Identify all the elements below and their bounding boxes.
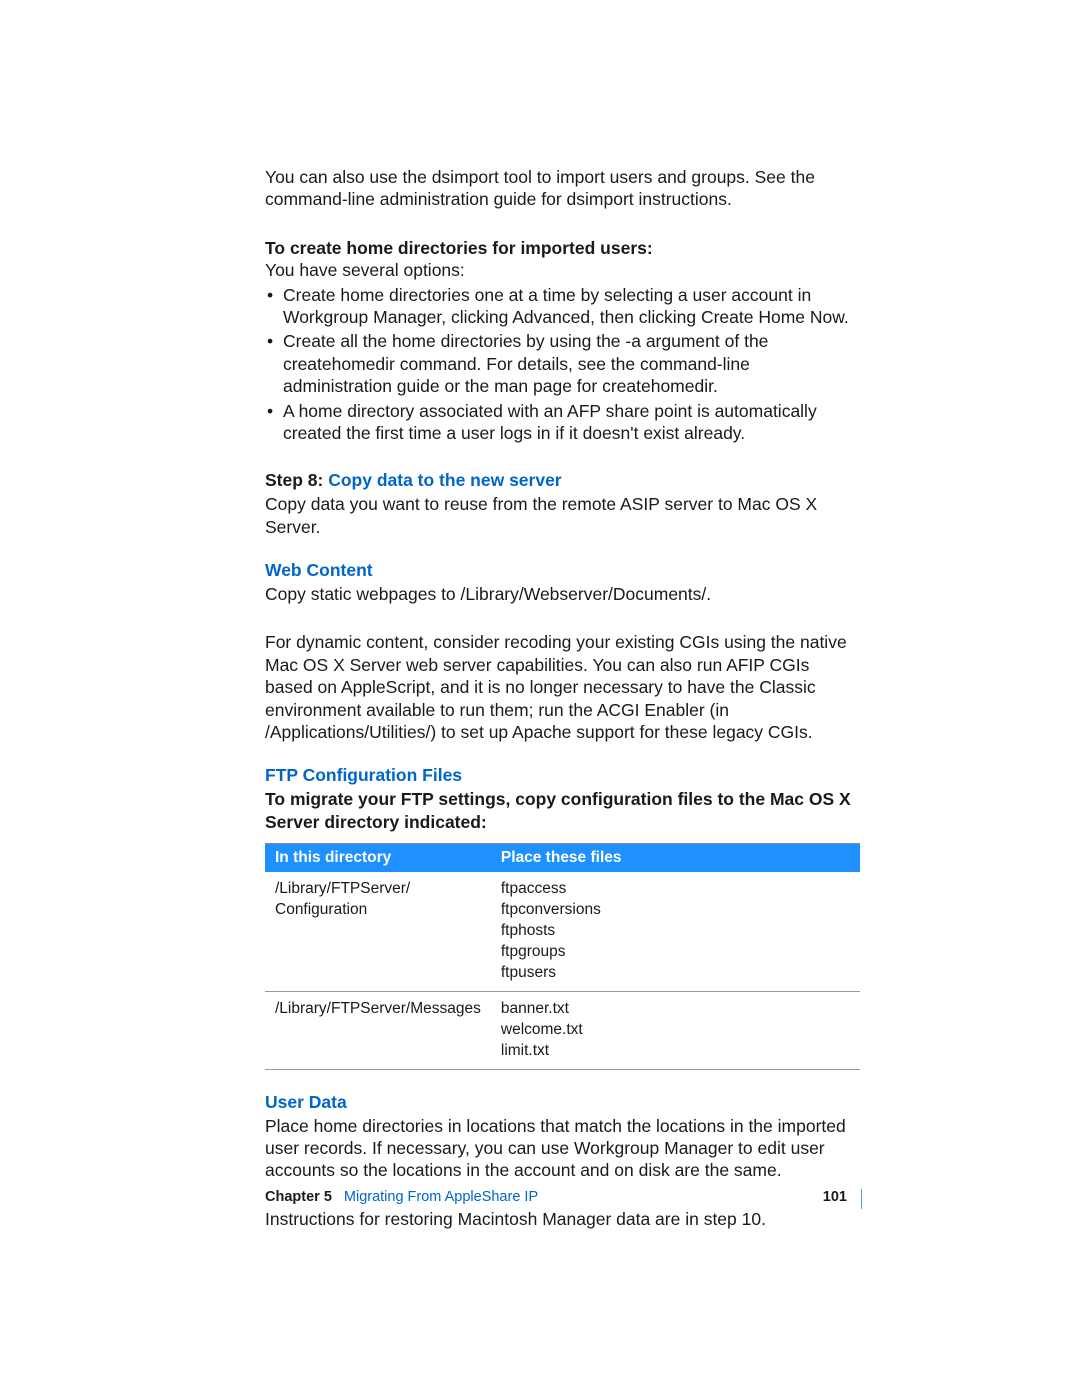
table-row: /Library/FTPServer/Messages banner.txtwe… xyxy=(265,991,860,1069)
bullet-item: Create home directories one at a time by… xyxy=(265,284,860,329)
footer-left: Chapter 5 Migrating From AppleShare IP xyxy=(265,1189,538,1205)
web-content-p2: For dynamic content, consider recoding y… xyxy=(265,631,860,743)
footer-title: Migrating From AppleShare IP xyxy=(344,1189,538,1205)
step8-title: Copy data to the new server xyxy=(328,470,561,490)
document-page: You can also use the dsimport tool to im… xyxy=(0,0,1080,1397)
table-header-row: In this directory Place these files xyxy=(265,844,860,873)
ftp-heading: FTP Configuration Files xyxy=(265,765,860,786)
web-content-p1: Copy static webpages to /Library/Webserv… xyxy=(265,583,860,605)
home-dirs-heading: To create home directories for imported … xyxy=(265,238,653,258)
user-data-heading: User Data xyxy=(265,1092,860,1113)
home-dirs-lead: You have several options: xyxy=(265,260,465,280)
user-data-p1: Place home directories in locations that… xyxy=(265,1115,860,1182)
intro-paragraph: You can also use the dsimport tool to im… xyxy=(265,166,860,211)
col-header-directory: In this directory xyxy=(265,844,491,873)
step8-body: Copy data you want to reuse from the rem… xyxy=(265,493,860,538)
web-content-heading: Web Content xyxy=(265,560,860,581)
cell-directory: /Library/FTPServer/Messages xyxy=(265,991,491,1069)
ftp-lead: To migrate your FTP settings, copy confi… xyxy=(265,788,860,833)
footer-chapter: Chapter 5 xyxy=(265,1189,332,1205)
table-row: /Library/FTPServer/Configuration ftpacce… xyxy=(265,872,860,991)
bullet-item: Create all the home directories by using… xyxy=(265,330,860,397)
home-dirs-bullets: Create home directories one at a time by… xyxy=(265,284,860,445)
ftp-table: In this directory Place these files /Lib… xyxy=(265,843,860,1069)
bullet-item: A home directory associated with an AFP … xyxy=(265,400,860,445)
cell-directory: /Library/FTPServer/Configuration xyxy=(265,872,491,991)
footer-page-number: 101 xyxy=(823,1189,847,1205)
cell-files: banner.txtwelcome.txtlimit.txt xyxy=(491,991,860,1069)
step8-line: Step 8: Copy data to the new server xyxy=(265,470,860,491)
step8-label: Step 8: xyxy=(265,470,328,490)
cell-files: ftpaccessftpconversionsftphostsftpgroups… xyxy=(491,872,860,991)
col-header-files: Place these files xyxy=(491,844,860,873)
home-dirs-block: To create home directories for imported … xyxy=(265,237,860,282)
user-data-p2: Instructions for restoring Macintosh Man… xyxy=(265,1208,860,1230)
page-footer: Chapter 5 Migrating From AppleShare IP 1… xyxy=(265,1189,862,1209)
